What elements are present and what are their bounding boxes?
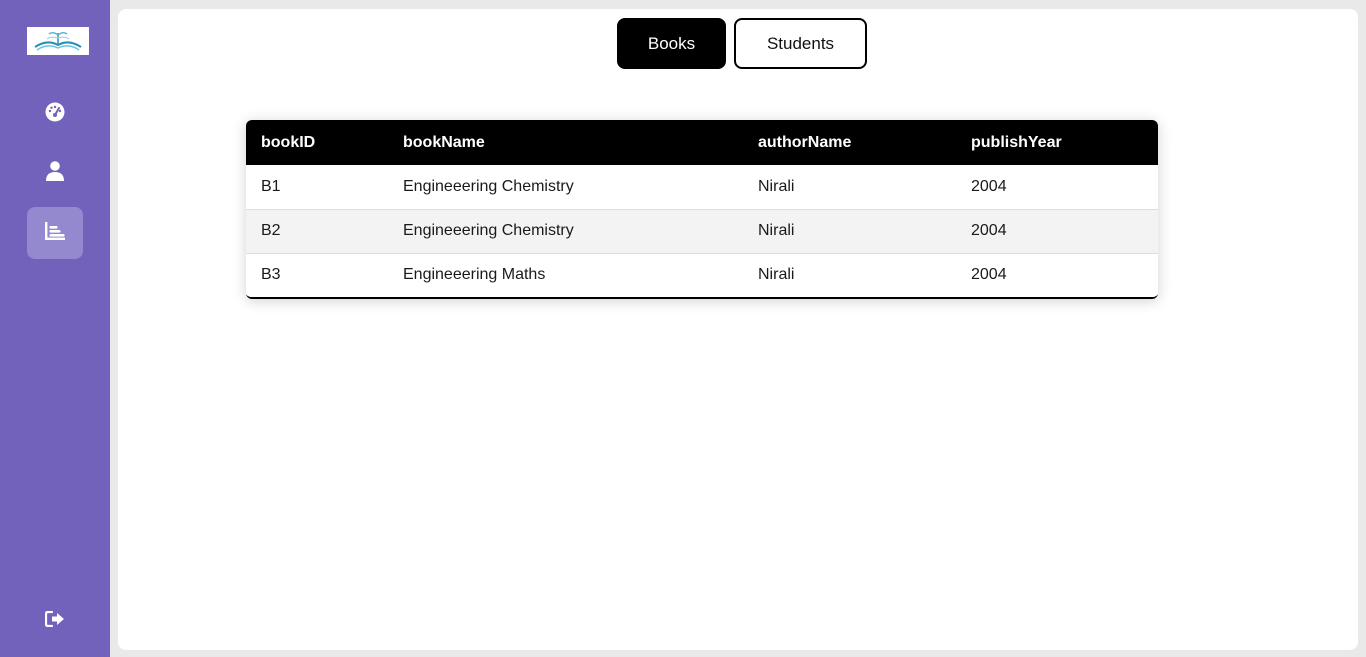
- cell-authorname: Nirali: [758, 266, 795, 284]
- column-header-publishyear: publishYear: [971, 133, 1062, 151]
- cell-publishyear: 2004: [971, 266, 1007, 284]
- logout-button[interactable]: [27, 595, 83, 647]
- cell-bookid: B1: [246, 165, 388, 210]
- dashboard-gauge-icon: [45, 102, 65, 127]
- table-row: B1 Engineeering Chemistry Nirali 2004: [246, 165, 1158, 210]
- logout-icon: [44, 610, 65, 632]
- books-table: bookID bookName authorName publishYear B…: [246, 120, 1158, 299]
- tab-books[interactable]: Books: [617, 18, 726, 69]
- sidebar-item-dashboard[interactable]: [27, 88, 83, 140]
- column-header-bookid: bookID: [261, 133, 316, 151]
- user-icon: [46, 160, 64, 186]
- column-header-authorname: authorName: [758, 133, 852, 151]
- open-book-logo[interactable]: [27, 27, 89, 55]
- cell-bookid: B3: [261, 266, 281, 284]
- cell-bookname: Engineeering Chemistry: [388, 209, 743, 254]
- cell-publishyear: 2004: [956, 165, 1158, 210]
- tab-students[interactable]: Students: [734, 18, 867, 69]
- table-row: B2 Engineeering Chemistry Nirali 2004: [246, 209, 1158, 254]
- table-header-row: bookID bookName authorName publishYear: [246, 120, 1158, 165]
- column-header-bookname: bookName: [403, 133, 485, 151]
- sidebar-item-reports[interactable]: [27, 207, 83, 259]
- cell-publishyear: 2004: [956, 209, 1158, 254]
- sidebar-item-students[interactable]: [27, 147, 83, 199]
- cell-bookname: Engineeering Chemistry: [388, 165, 743, 210]
- cell-bookid: B2: [246, 209, 388, 254]
- view-tabs: Books Students: [617, 18, 867, 69]
- sidebar: [0, 0, 110, 657]
- table-row: B3 Engineeering Maths Nirali 2004: [246, 253, 1158, 297]
- cell-authorname: Nirali: [743, 165, 956, 210]
- bar-chart-icon: [45, 221, 65, 245]
- main-panel: Books Students bookID bookName authorNam…: [118, 9, 1358, 650]
- cell-authorname: Nirali: [743, 209, 956, 254]
- cell-bookname: Engineeering Maths: [403, 266, 546, 284]
